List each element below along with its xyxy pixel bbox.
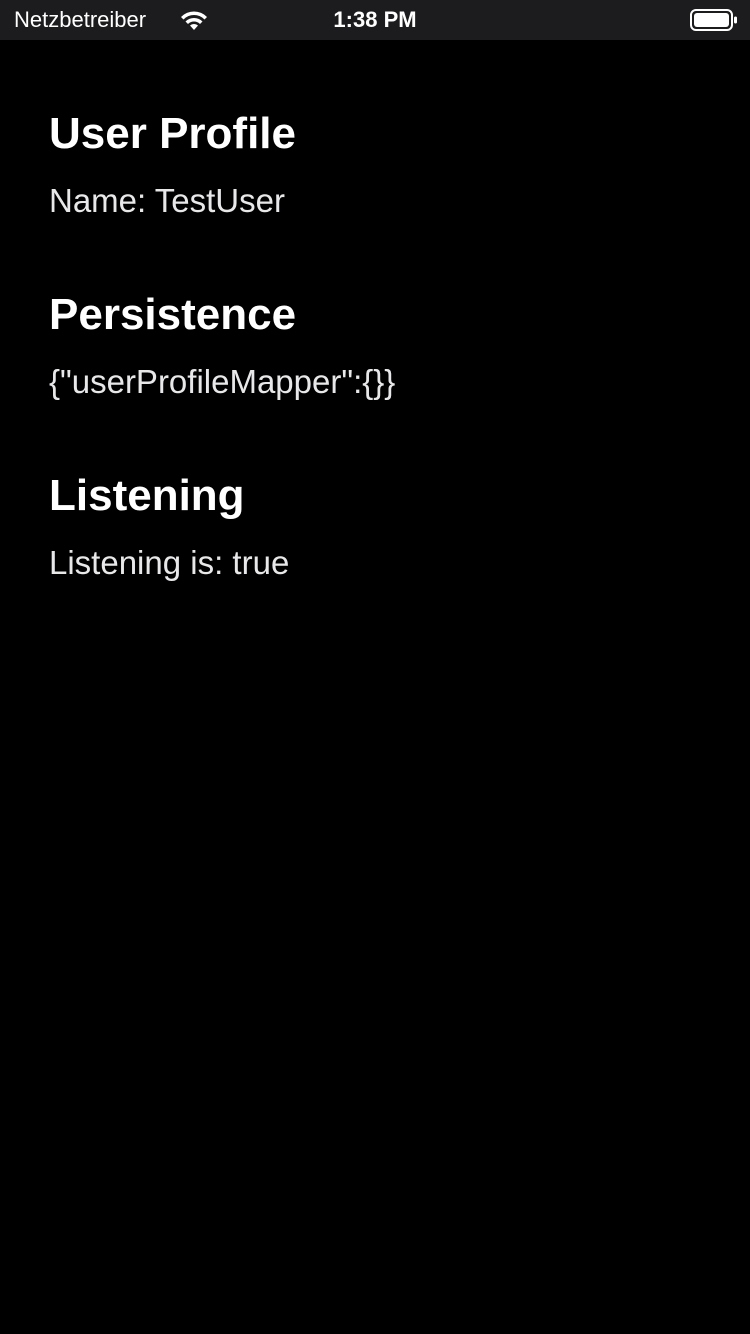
user-profile-heading: User Profile: [49, 109, 296, 158]
status-bar: Netzbetreiber 1:38 PM: [0, 0, 750, 40]
listening-heading: Listening: [49, 471, 245, 520]
persistence-heading: Persistence: [49, 290, 297, 339]
clock-time: 1:38 PM: [333, 7, 417, 32]
persistence-json-text: {"userProfileMapper":{}}: [49, 363, 396, 400]
user-name-text: Name: TestUser: [49, 182, 285, 219]
battery-icon: [690, 8, 738, 32]
listening-status-text: Listening is: true: [49, 544, 290, 581]
